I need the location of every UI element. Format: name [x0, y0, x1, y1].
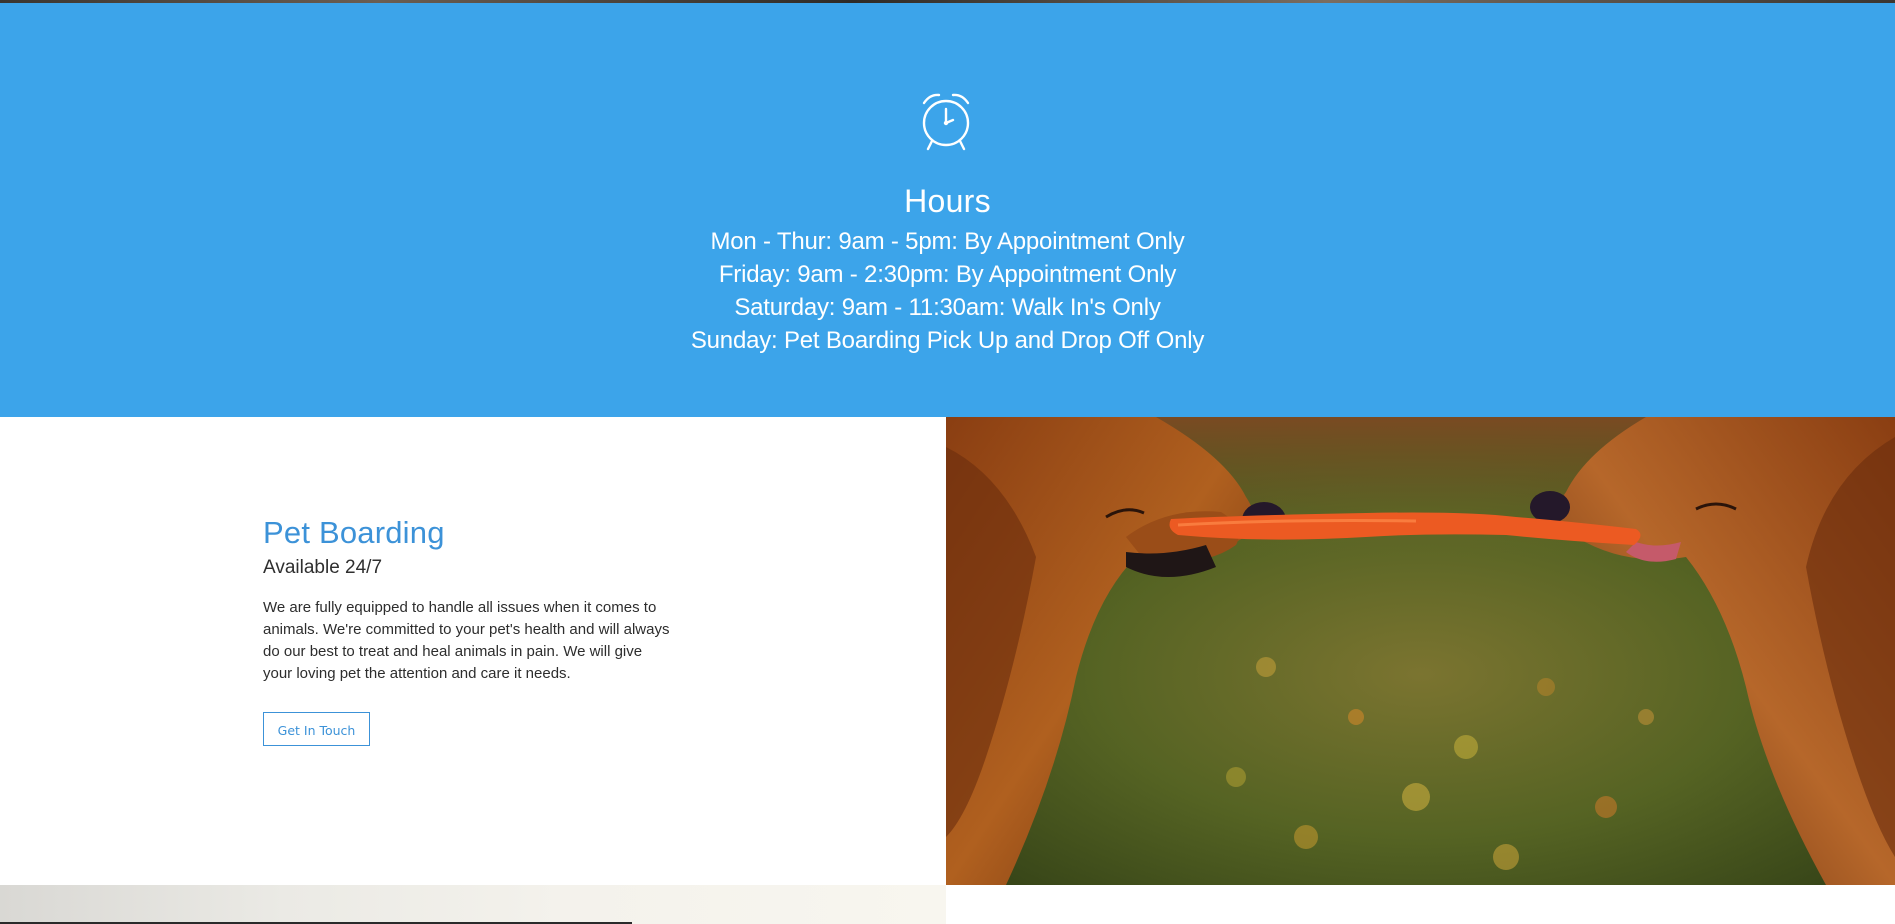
pet-boarding-title: Pet Boarding — [263, 515, 445, 550]
hours-line-mon-thur: Mon - Thur: 9am - 5pm: By Appointment On… — [710, 228, 1185, 255]
pet-boarding-description: We are fully equipped to handle all issu… — [263, 599, 670, 682]
hours-line-saturday: Saturday: 9am - 11:30am: Walk In's Only — [734, 294, 1161, 321]
hours-title: Hours — [904, 183, 991, 219]
hours-line-sunday: Sunday: Pet Boarding Pick Up and Drop Of… — [690, 327, 1205, 354]
hours-line-friday: Friday: 9am - 2:30pm: By Appointment Onl… — [718, 261, 1177, 288]
hours-section: Hours Mon - Thur: 9am - 5pm: By Appointm… — [0, 3, 1895, 417]
dogs-illustration — [946, 417, 1895, 885]
pet-boarding-section: Pet Boarding Available 24/7 We are fully… — [0, 417, 946, 885]
pet-boarding-subtitle: Available 24/7 — [263, 557, 383, 578]
hours-list: Mon - Thur: 9am - 5pm: By Appointment On… — [0, 225, 1895, 357]
get-in-touch-button[interactable]: Get In Touch — [263, 712, 370, 746]
dogs-tug-photo — [946, 417, 1895, 885]
alarm-clock-icon — [922, 93, 970, 151]
next-section-image-left — [0, 885, 946, 924]
next-section-right — [946, 885, 1895, 924]
